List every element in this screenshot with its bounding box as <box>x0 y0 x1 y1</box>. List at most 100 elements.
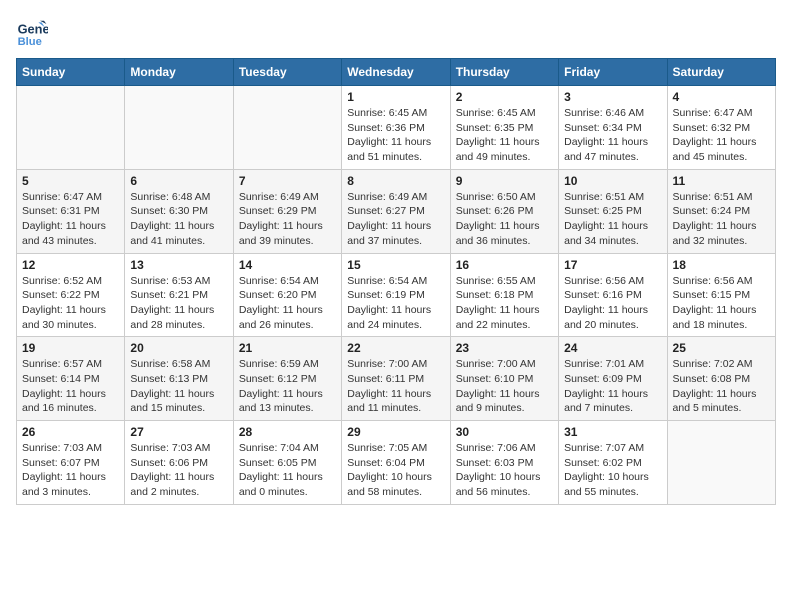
day-info: Sunrise: 7:01 AM Sunset: 6:09 PM Dayligh… <box>564 357 661 416</box>
day-info: Sunrise: 6:49 AM Sunset: 6:29 PM Dayligh… <box>239 190 336 249</box>
day-number: 27 <box>130 425 227 439</box>
calendar-cell: 11 Sunrise: 6:51 AM Sunset: 6:24 PM Dayli… <box>667 169 775 253</box>
day-number: 14 <box>239 258 336 272</box>
day-info: Sunrise: 6:49 AM Sunset: 6:27 PM Dayligh… <box>347 190 444 249</box>
calendar-cell: 13 Sunrise: 6:53 AM Sunset: 6:21 PM Dayli… <box>125 253 233 337</box>
weekday-header-thursday: Thursday <box>450 59 558 86</box>
logo-icon: General Blue <box>16 16 48 48</box>
day-number: 21 <box>239 341 336 355</box>
calendar-cell: 31 Sunrise: 7:07 AM Sunset: 6:02 PM Dayli… <box>559 421 667 505</box>
weekday-header-sunday: Sunday <box>17 59 125 86</box>
day-number: 5 <box>22 174 119 188</box>
page-container: General Blue SundayMondayTuesdayWednesda… <box>0 0 792 515</box>
calendar-week-row: 12Sunrise: 6:52 AM Sunset: 6:22 PM Dayli… <box>17 253 776 337</box>
calendar-cell: 4 Sunrise: 6:47 AM Sunset: 6:32 PM Daylig… <box>667 86 775 170</box>
day-number: 17 <box>564 258 661 272</box>
calendar-cell: 23Sunrise: 7:00 AM Sunset: 6:10 PM Dayli… <box>450 337 558 421</box>
calendar-cell <box>125 86 233 170</box>
calendar-cell: 3 Sunrise: 6:46 AM Sunset: 6:34 PM Daylig… <box>559 86 667 170</box>
day-number: 2 <box>456 90 553 104</box>
day-info: Sunrise: 6:46 AM Sunset: 6:34 PM Dayligh… <box>564 106 661 165</box>
day-number: 15 <box>347 258 444 272</box>
day-info: Sunrise: 6:56 AM Sunset: 6:16 PM Dayligh… <box>564 274 661 333</box>
calendar-cell: 5 Sunrise: 6:47 AM Sunset: 6:31 PM Daylig… <box>17 169 125 253</box>
calendar-week-row: 26 Sunrise: 7:03 AM Sunset: 6:07 PM Dayli… <box>17 421 776 505</box>
day-number: 26 <box>22 425 119 439</box>
day-number: 31 <box>564 425 661 439</box>
weekday-header-wednesday: Wednesday <box>342 59 450 86</box>
calendar-week-row: 19 Sunrise: 6:57 AM Sunset: 6:14 PM Dayli… <box>17 337 776 421</box>
day-number: 13 <box>130 258 227 272</box>
day-number: 12 <box>22 258 119 272</box>
day-info: Sunrise: 6:54 AM Sunset: 6:19 PM Dayligh… <box>347 274 444 333</box>
day-info: Sunrise: 6:48 AM Sunset: 6:30 PM Dayligh… <box>130 190 227 249</box>
day-info: Sunrise: 7:05 AM Sunset: 6:04 PM Dayligh… <box>347 441 444 500</box>
calendar-cell: 7 Sunrise: 6:49 AM Sunset: 6:29 PM Daylig… <box>233 169 341 253</box>
calendar-cell <box>667 421 775 505</box>
calendar-cell: 12Sunrise: 6:52 AM Sunset: 6:22 PM Dayli… <box>17 253 125 337</box>
day-info: Sunrise: 7:06 AM Sunset: 6:03 PM Dayligh… <box>456 441 553 500</box>
day-info: Sunrise: 7:02 AM Sunset: 6:08 PM Dayligh… <box>673 357 770 416</box>
day-number: 3 <box>564 90 661 104</box>
weekday-header-tuesday: Tuesday <box>233 59 341 86</box>
day-info: Sunrise: 7:00 AM Sunset: 6:10 PM Dayligh… <box>456 357 553 416</box>
calendar-cell: 10 Sunrise: 6:51 AM Sunset: 6:25 PM Dayli… <box>559 169 667 253</box>
calendar-cell: 2 Sunrise: 6:45 AM Sunset: 6:35 PM Daylig… <box>450 86 558 170</box>
day-info: Sunrise: 6:51 AM Sunset: 6:24 PM Dayligh… <box>673 190 770 249</box>
day-number: 1 <box>347 90 444 104</box>
calendar-table: SundayMondayTuesdayWednesdayThursdayFrid… <box>16 58 776 505</box>
day-number: 11 <box>673 174 770 188</box>
day-info: Sunrise: 6:51 AM Sunset: 6:25 PM Dayligh… <box>564 190 661 249</box>
calendar-cell: 20Sunrise: 6:58 AM Sunset: 6:13 PM Dayli… <box>125 337 233 421</box>
day-info: Sunrise: 6:59 AM Sunset: 6:12 PM Dayligh… <box>239 357 336 416</box>
day-number: 4 <box>673 90 770 104</box>
calendar-cell: 21 Sunrise: 6:59 AM Sunset: 6:12 PM Dayli… <box>233 337 341 421</box>
day-number: 18 <box>673 258 770 272</box>
day-info: Sunrise: 7:03 AM Sunset: 6:06 PM Dayligh… <box>130 441 227 500</box>
day-number: 29 <box>347 425 444 439</box>
day-info: Sunrise: 7:00 AM Sunset: 6:11 PM Dayligh… <box>347 357 444 416</box>
day-info: Sunrise: 7:03 AM Sunset: 6:07 PM Dayligh… <box>22 441 119 500</box>
day-number: 28 <box>239 425 336 439</box>
day-info: Sunrise: 6:47 AM Sunset: 6:31 PM Dayligh… <box>22 190 119 249</box>
weekday-header-monday: Monday <box>125 59 233 86</box>
day-info: Sunrise: 6:58 AM Sunset: 6:13 PM Dayligh… <box>130 357 227 416</box>
day-info: Sunrise: 7:04 AM Sunset: 6:05 PM Dayligh… <box>239 441 336 500</box>
day-info: Sunrise: 6:53 AM Sunset: 6:21 PM Dayligh… <box>130 274 227 333</box>
logo: General Blue <box>16 16 48 48</box>
calendar-cell: 26 Sunrise: 7:03 AM Sunset: 6:07 PM Dayli… <box>17 421 125 505</box>
day-number: 10 <box>564 174 661 188</box>
day-info: Sunrise: 6:50 AM Sunset: 6:26 PM Dayligh… <box>456 190 553 249</box>
day-info: Sunrise: 6:54 AM Sunset: 6:20 PM Dayligh… <box>239 274 336 333</box>
day-number: 24 <box>564 341 661 355</box>
calendar-cell: 9Sunrise: 6:50 AM Sunset: 6:26 PM Daylig… <box>450 169 558 253</box>
calendar-cell: 8Sunrise: 6:49 AM Sunset: 6:27 PM Daylig… <box>342 169 450 253</box>
day-info: Sunrise: 6:45 AM Sunset: 6:36 PM Dayligh… <box>347 106 444 165</box>
weekday-header-friday: Friday <box>559 59 667 86</box>
day-info: Sunrise: 7:07 AM Sunset: 6:02 PM Dayligh… <box>564 441 661 500</box>
calendar-cell: 24 Sunrise: 7:01 AM Sunset: 6:09 PM Dayli… <box>559 337 667 421</box>
calendar-cell: 22 Sunrise: 7:00 AM Sunset: 6:11 PM Dayli… <box>342 337 450 421</box>
svg-text:Blue: Blue <box>18 36 42 48</box>
day-number: 6 <box>130 174 227 188</box>
day-info: Sunrise: 6:47 AM Sunset: 6:32 PM Dayligh… <box>673 106 770 165</box>
calendar-cell: 28 Sunrise: 7:04 AM Sunset: 6:05 PM Dayli… <box>233 421 341 505</box>
day-number: 22 <box>347 341 444 355</box>
calendar-cell: 18Sunrise: 6:56 AM Sunset: 6:15 PM Dayli… <box>667 253 775 337</box>
weekday-header-row: SundayMondayTuesdayWednesdayThursdayFrid… <box>17 59 776 86</box>
calendar-cell <box>17 86 125 170</box>
weekday-header-saturday: Saturday <box>667 59 775 86</box>
day-info: Sunrise: 6:57 AM Sunset: 6:14 PM Dayligh… <box>22 357 119 416</box>
calendar-cell: 25 Sunrise: 7:02 AM Sunset: 6:08 PM Dayli… <box>667 337 775 421</box>
calendar-cell: 29 Sunrise: 7:05 AM Sunset: 6:04 PM Dayli… <box>342 421 450 505</box>
day-info: Sunrise: 6:45 AM Sunset: 6:35 PM Dayligh… <box>456 106 553 165</box>
day-number: 25 <box>673 341 770 355</box>
calendar-cell: 16Sunrise: 6:55 AM Sunset: 6:18 PM Dayli… <box>450 253 558 337</box>
page-header: General Blue <box>16 16 776 48</box>
calendar-cell: 30Sunrise: 7:06 AM Sunset: 6:03 PM Dayli… <box>450 421 558 505</box>
calendar-week-row: 1 Sunrise: 6:45 AM Sunset: 6:36 PM Daylig… <box>17 86 776 170</box>
calendar-cell: 27 Sunrise: 7:03 AM Sunset: 6:06 PM Dayli… <box>125 421 233 505</box>
calendar-cell <box>233 86 341 170</box>
day-number: 19 <box>22 341 119 355</box>
day-number: 7 <box>239 174 336 188</box>
